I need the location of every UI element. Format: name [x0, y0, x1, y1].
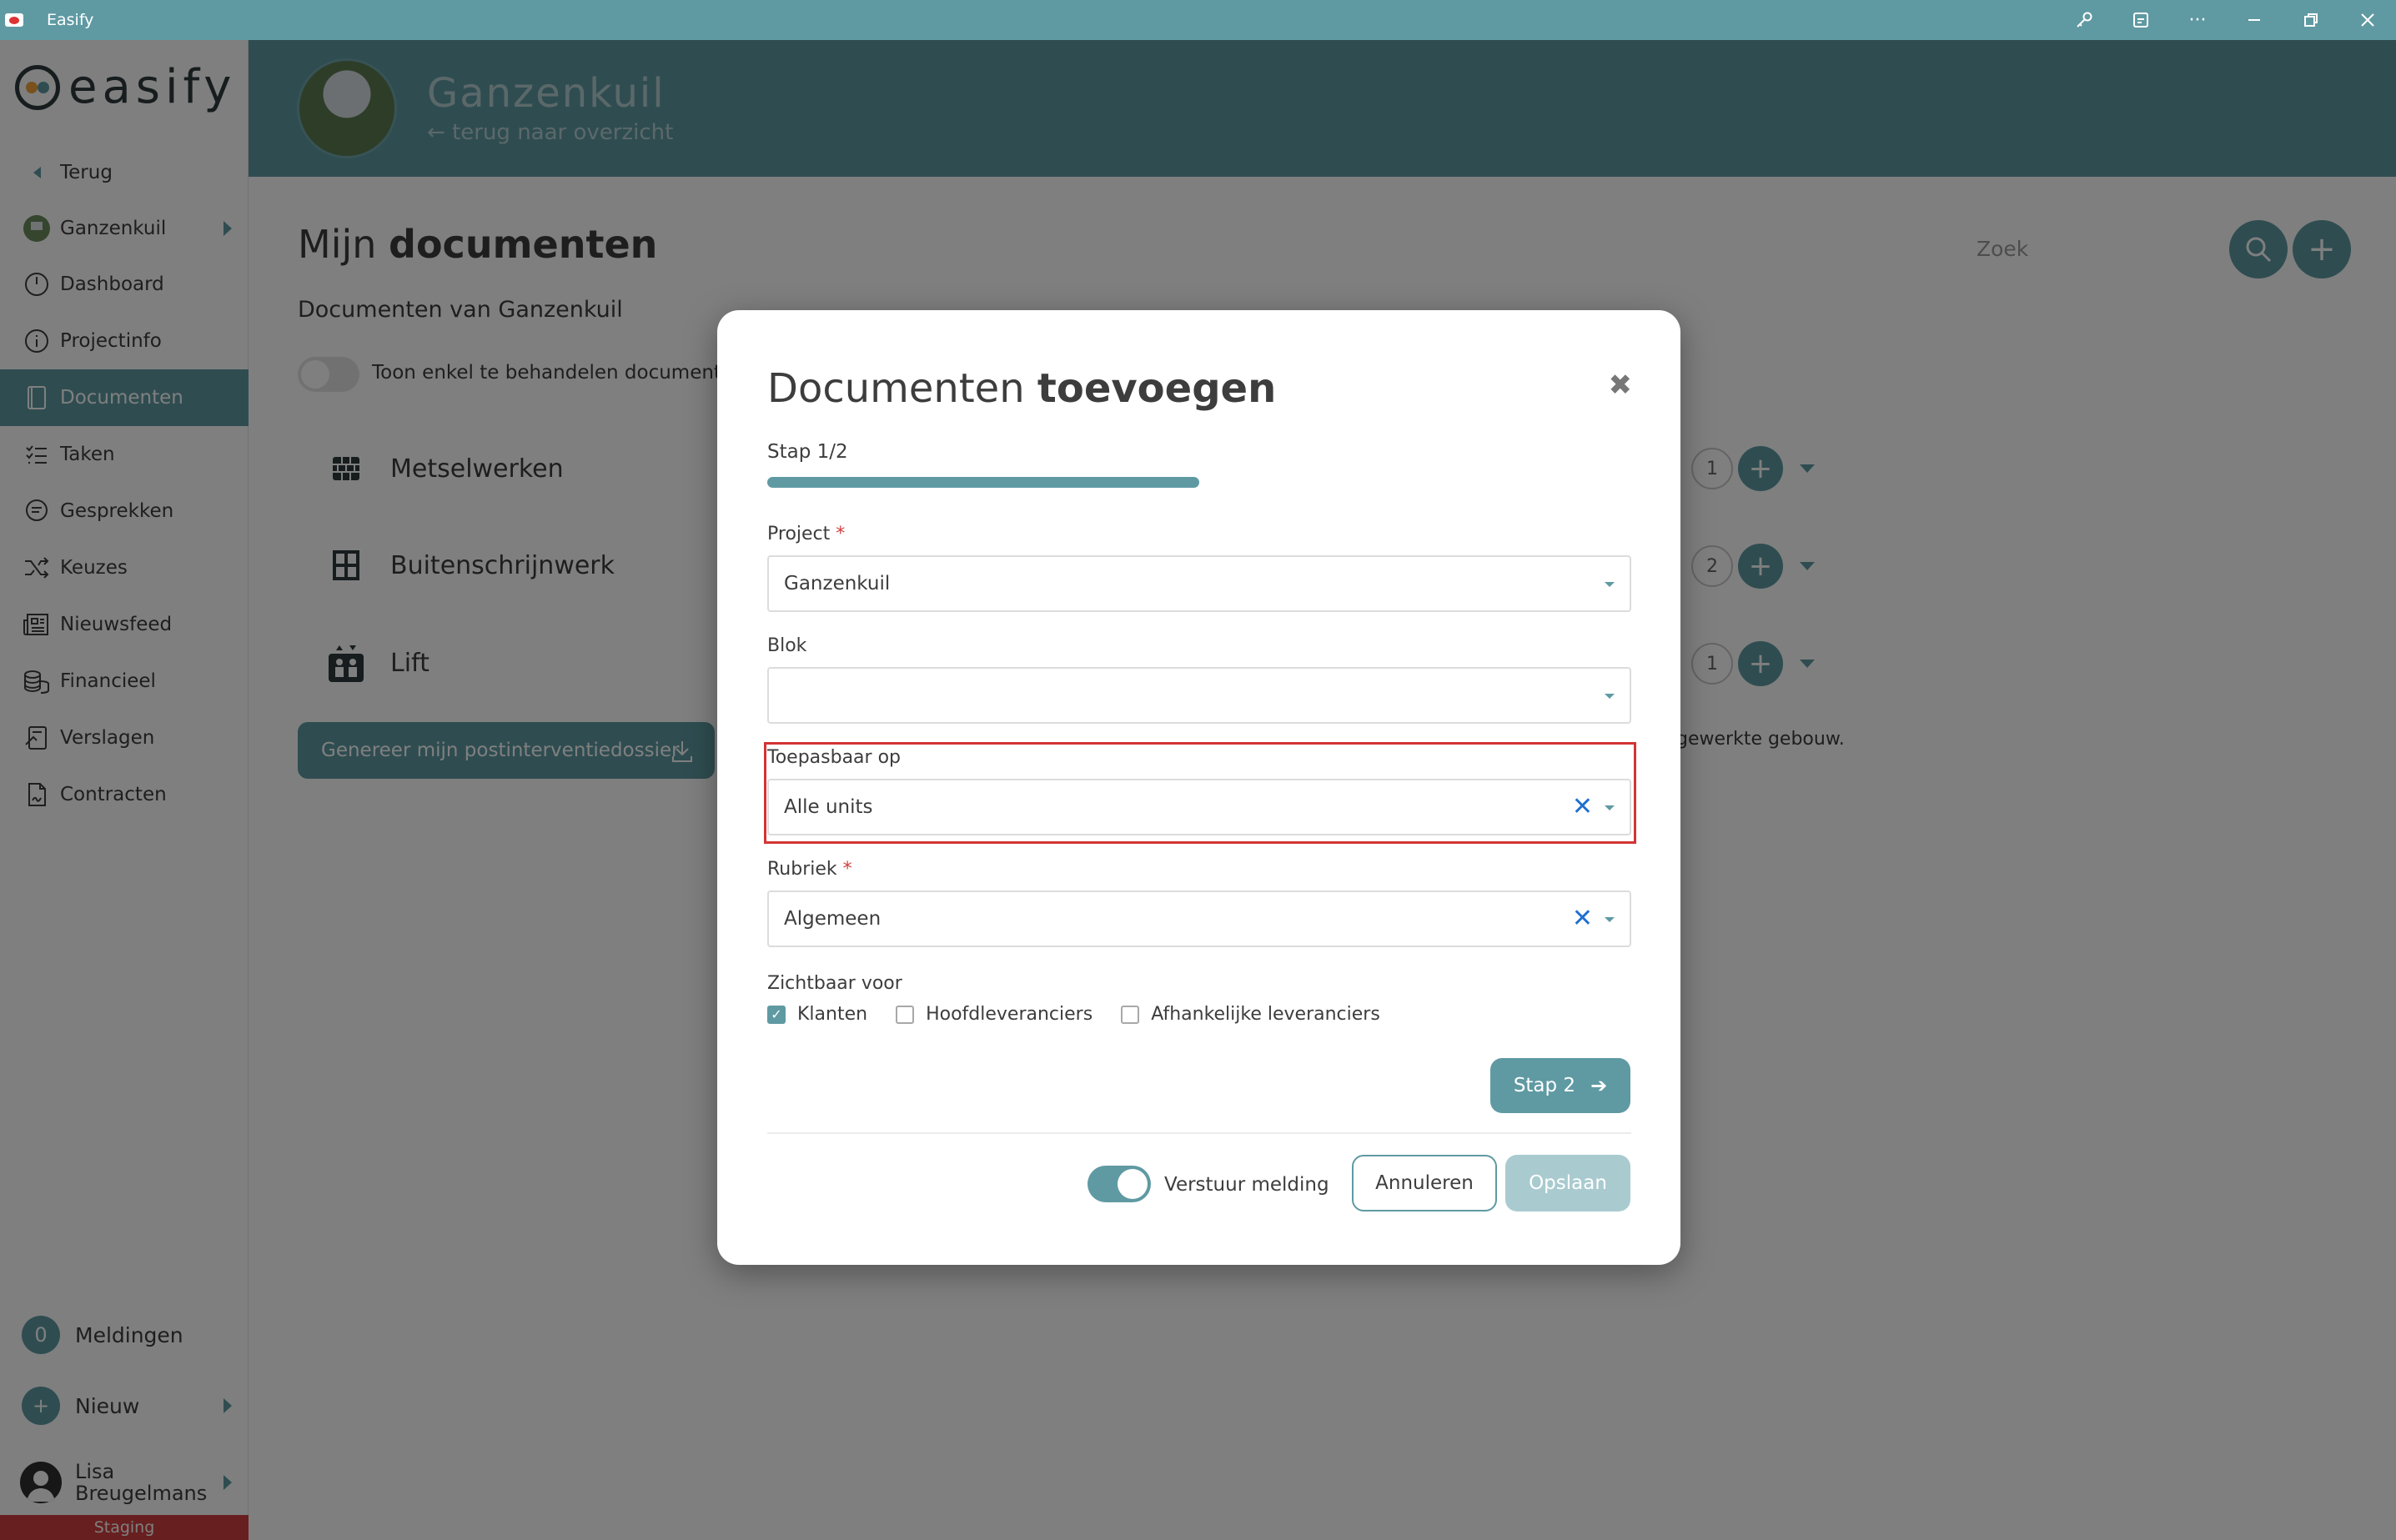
- checkbox-hoofdleveranciers[interactable]: Hoofdleveranciers: [896, 1004, 1093, 1025]
- window-title: Easify: [47, 11, 94, 29]
- required-marker: *: [836, 524, 846, 544]
- toepasbaar-select-value: Alle units: [784, 796, 873, 818]
- checkbox-label: Afhankelijke leveranciers: [1151, 1004, 1380, 1025]
- restore-icon[interactable]: [2283, 0, 2339, 40]
- rubriek-select-value: Algemeen: [784, 908, 882, 930]
- cast-icon[interactable]: [2112, 0, 2169, 40]
- checkbox-label: Hoofdleveranciers: [926, 1004, 1093, 1025]
- checkbox-klanten[interactable]: ✓ Klanten: [767, 1004, 867, 1025]
- chevron-down-icon: [1605, 694, 1615, 699]
- project-select[interactable]: Ganzenkuil: [767, 555, 1631, 612]
- rubriek-select[interactable]: Algemeen ✕: [767, 890, 1631, 947]
- cancel-button[interactable]: Annuleren: [1352, 1155, 1497, 1211]
- step-2-label: Stap 2: [1513, 1075, 1576, 1096]
- chevron-down-icon: [1605, 582, 1615, 587]
- more-icon[interactable]: ···: [2169, 0, 2226, 40]
- checkbox-afhankelijke-leveranciers[interactable]: Afhankelijke leveranciers: [1121, 1004, 1380, 1025]
- rubriek-field-label: Rubriek *: [767, 859, 852, 880]
- divider: [767, 1132, 1631, 1134]
- visibility-options: ✓ Klanten Hoofdleveranciers Afhankelijke…: [767, 1004, 1409, 1025]
- close-icon[interactable]: ✖: [1609, 369, 1633, 402]
- checkbox-checked-icon: ✓: [767, 1005, 786, 1024]
- rubriek-label-text: Rubriek: [767, 859, 837, 880]
- step-progress-fill: [767, 477, 1199, 488]
- step-label: Stap 1/2: [767, 441, 848, 463]
- send-notification-label: Verstuur melding: [1164, 1174, 1329, 1196]
- save-button[interactable]: Opslaan: [1505, 1155, 1630, 1211]
- blok-field-label: Blok: [767, 635, 807, 656]
- toepasbaar-select[interactable]: Alle units ✕: [767, 779, 1631, 835]
- checkbox-label: Klanten: [797, 1004, 868, 1025]
- modal-title-light: Documenten: [767, 365, 1025, 412]
- required-marker: *: [842, 859, 852, 880]
- send-notification-toggle[interactable]: [1087, 1166, 1151, 1202]
- blok-select[interactable]: [767, 667, 1631, 724]
- key-icon[interactable]: [2056, 0, 2112, 40]
- checkbox-unchecked-icon: [1121, 1005, 1140, 1024]
- window-controls: ···: [2056, 0, 2396, 40]
- toepasbaar-field-label: Toepasbaar op: [767, 747, 901, 768]
- arrow-right-icon: ➔: [1590, 1074, 1608, 1097]
- clear-icon[interactable]: ✕: [1572, 906, 1593, 931]
- chevron-down-icon: [1605, 805, 1615, 810]
- step-2-button[interactable]: Stap 2 ➔: [1490, 1058, 1630, 1113]
- modal-title: Documenten toevoegen: [767, 365, 1276, 412]
- chevron-down-icon: [1605, 917, 1615, 922]
- project-label-text: Project: [767, 524, 831, 544]
- app-icon: [5, 13, 23, 27]
- project-field-label: Project *: [767, 524, 845, 544]
- clear-icon[interactable]: ✕: [1572, 795, 1593, 820]
- checkbox-unchecked-icon: [896, 1005, 915, 1024]
- visibility-label: Zichtbaar voor: [767, 973, 902, 994]
- project-select-value: Ganzenkuil: [784, 573, 891, 594]
- modal-title-bold: toevoegen: [1037, 365, 1277, 412]
- add-documents-modal: Documenten toevoegen ✖ Stap 1/2 Project …: [717, 310, 1680, 1265]
- step-progress-bar: [767, 477, 1631, 488]
- minimize-icon[interactable]: [2226, 0, 2283, 40]
- close-icon[interactable]: [2339, 0, 2396, 40]
- window-titlebar: Easify ···: [0, 0, 2396, 40]
